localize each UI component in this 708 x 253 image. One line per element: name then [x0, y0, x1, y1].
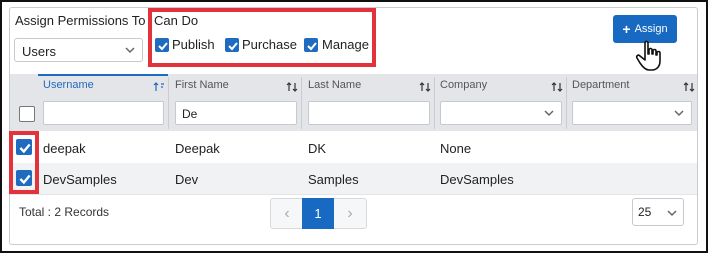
divider — [10, 194, 697, 195]
prev-page-button[interactable]: ‹ — [271, 199, 303, 228]
chevron-down-icon — [125, 47, 135, 54]
publish-label: Publish — [172, 37, 215, 52]
purchase-checkbox[interactable] — [225, 38, 239, 52]
checkmark-icon — [158, 42, 168, 51]
sort-icon[interactable] — [683, 82, 695, 92]
last-name-filter-input[interactable] — [308, 101, 430, 125]
username-filter-input[interactable] — [43, 101, 164, 125]
row-username: DevSamples — [43, 172, 117, 187]
manage-checkbox[interactable] — [304, 38, 318, 52]
select-all-checkbox[interactable] — [19, 106, 35, 122]
column-header-last-name[interactable]: Last Name — [308, 79, 361, 91]
total-records: Total : 2 Records — [19, 205, 110, 219]
column-header-department[interactable]: Department — [572, 79, 629, 91]
assign-to-value: Users — [22, 44, 56, 59]
row-company: None — [440, 141, 472, 156]
column-header-first-name[interactable]: First Name — [175, 79, 229, 91]
checkmark-icon — [307, 42, 317, 51]
row-first-name: Dev — [175, 172, 199, 187]
column-header-company[interactable]: Company — [440, 79, 487, 91]
purchase-label: Purchase — [242, 37, 297, 52]
row-last-name: DK — [308, 141, 327, 156]
active-column-indicator — [38, 74, 168, 76]
next-page-button[interactable]: › — [334, 199, 366, 228]
chevron-down-icon — [674, 110, 684, 117]
row-username: deepak — [43, 141, 86, 156]
chevron-down-icon — [544, 110, 554, 117]
table-row[interactable] — [10, 132, 697, 163]
first-name-filter-input[interactable]: De — [175, 101, 297, 125]
hand-pointer-icon — [635, 40, 661, 71]
column-header-username[interactable]: Username — [43, 79, 94, 91]
row-first-name: Deepak — [175, 141, 220, 156]
row-checkbox-highlight — [9, 131, 39, 194]
can-do-title: Can Do — [154, 13, 199, 28]
sort-ascending-icon[interactable] — [153, 82, 165, 92]
checkmark-icon — [228, 42, 238, 51]
assign-to-select[interactable]: Users — [14, 38, 143, 62]
sort-icon[interactable] — [551, 82, 563, 92]
page-size-select[interactable]: 25 — [632, 198, 684, 226]
assign-permissions-label: Assign Permissions To — [15, 13, 146, 28]
manage-label: Manage — [322, 37, 369, 52]
column-separator — [434, 77, 435, 129]
column-separator — [168, 77, 169, 129]
column-separator — [566, 77, 567, 129]
page-button-current[interactable]: 1 — [302, 198, 334, 229]
plus-icon: + — [622, 21, 631, 37]
sort-icon[interactable] — [419, 82, 431, 92]
publish-checkbox[interactable] — [155, 38, 169, 52]
page-size-value: 25 — [638, 205, 652, 219]
row-company: DevSamples — [440, 172, 514, 187]
pagination: ‹ 1 › — [270, 198, 367, 229]
company-filter-select[interactable] — [440, 101, 562, 125]
first-name-filter-value: De — [182, 107, 198, 121]
department-filter-select[interactable] — [572, 101, 692, 125]
assign-button-label: Assign — [634, 23, 668, 35]
column-separator — [301, 77, 302, 129]
sort-icon[interactable] — [286, 82, 298, 92]
chevron-down-icon — [667, 210, 677, 217]
row-last-name: Samples — [308, 172, 359, 187]
